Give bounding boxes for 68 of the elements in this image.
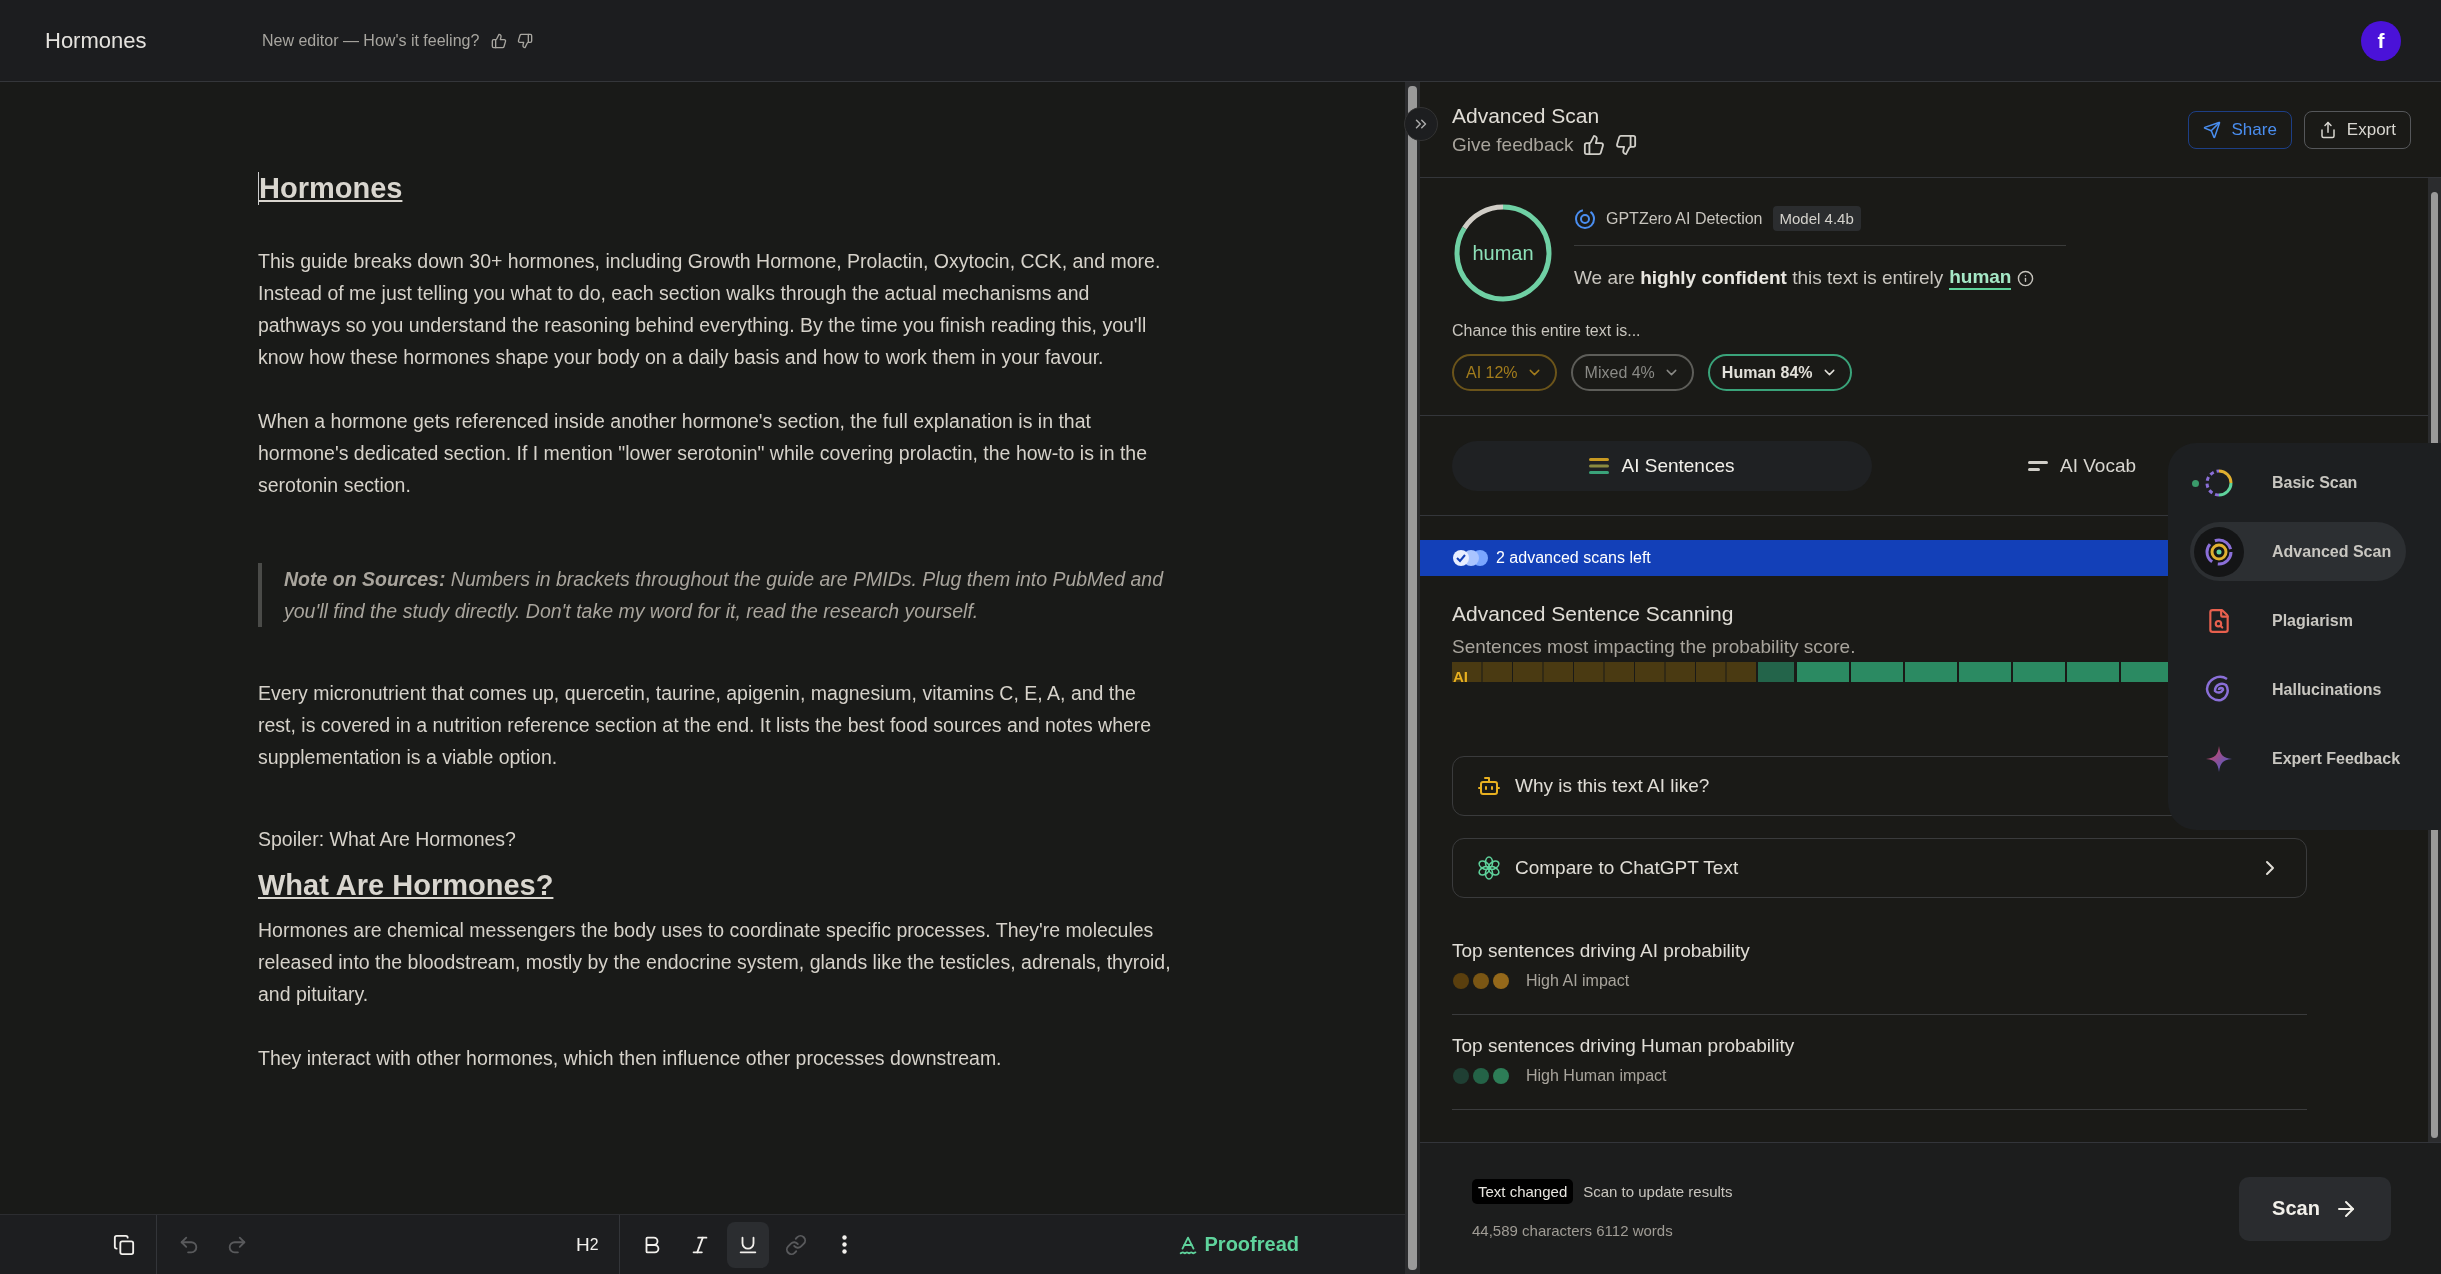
paragraph: When a hormone gets referenced inside another hormone's section, the full explanation is in that hormone's dedicated section. If I mention "lower serotonin" while covering prolactin, the how-to is in the serotonin section.: [258, 409, 1149, 498]
user-avatar[interactable]: f: [2361, 20, 2401, 61]
tab[interactable]: AI Sentences: [1452, 440, 1872, 491]
probability-chip[interactable]: AI 12%: [1452, 354, 1557, 391]
detector-name: GPTZero AI Detection: [1606, 209, 1763, 228]
proofread-button[interactable]: Proofread: [1170, 1232, 1305, 1257]
paragraph: Hormones are chemical messengers the body uses to coordinate specific processes. They're molecules released into the bloodstream, mostly by the endocrine system, glands like the testicles, adrenals, thyroid, and pituitary.: [258, 918, 1172, 1007]
probability-chip[interactable]: Human 84%: [1707, 354, 1852, 391]
detector-icon: [1574, 207, 1596, 230]
menu-item[interactable]: Plagiarism: [2190, 591, 2406, 650]
toggle-dots-icon: [1452, 549, 1490, 567]
word-count: 44,589 characters 6112 words: [1472, 1221, 1674, 1239]
info-icon[interactable]: [2017, 269, 2035, 287]
menu-item[interactable]: Basic Scan: [2190, 453, 2406, 512]
menu-item[interactable]: Advanced Scan: [2190, 522, 2406, 581]
probability-chip[interactable]: Mixed 4%: [1570, 354, 1694, 391]
bar-label: AI: [1453, 668, 1468, 685]
flower-icon: [1477, 856, 1501, 880]
feedback-prompt: New editor — How's it feeling?: [262, 31, 480, 50]
copy-icon: [113, 1233, 135, 1256]
paragraph: They interact with other hormones, which then influence other processes downstream.: [258, 1046, 1003, 1071]
list-icon: [1589, 456, 1610, 475]
thumbs-down-icon[interactable]: [1615, 133, 1638, 156]
panel-title: Advanced Scan: [1452, 103, 1601, 128]
impact-legend: High Human impact: [1526, 1067, 1667, 1085]
driver-title: Top sentences driving Human probability: [1452, 1035, 1796, 1057]
scan-button[interactable]: Scan: [2239, 1176, 2391, 1241]
section-heading: What Are Hormones?: [258, 869, 555, 902]
paragraph: Every micronutrient that comes up, quercetin, taurine, apigenin, magnesium, vitamins C, E, A, and the rest, is covered in a nutrition reference section at the end. It lists the best food sources and notes where supplementation is a viable option.: [258, 681, 1153, 770]
note-quote: Note on Sources: Numbers in brackets throughout the guide are PMIDs. Plug them into PubMed and you'll find the study directly. Don't take my word for it, read the research yourself.: [258, 563, 1173, 627]
model-badge: Model 4.4b: [1772, 206, 1861, 231]
impact-dots-icon: [1452, 972, 1510, 990]
feedback-label: Give feedback: [1452, 133, 1574, 156]
thumbs-up-icon[interactable]: [491, 32, 508, 49]
lines-icon: [2027, 459, 2048, 472]
section-title: Advanced Sentence Scanning: [1452, 602, 1734, 626]
verdict-link[interactable]: human: [1949, 266, 2012, 290]
update-hint: Scan to update results: [1583, 1182, 1733, 1200]
more-icon: [841, 1235, 847, 1254]
document-title: Hormones: [258, 172, 403, 205]
section-subtitle: Sentences most impacting the probability score.: [1452, 636, 1856, 658]
link-icon: [785, 1233, 808, 1256]
chance-label: Chance this entire text is...: [1452, 322, 1642, 340]
share-button[interactable]: Share: [2188, 110, 2292, 149]
robot-icon: [1477, 774, 1501, 798]
spoiler-label: Spoiler: What Are Hormones?: [258, 827, 517, 852]
thumbs-down-icon[interactable]: [517, 32, 534, 49]
gauge-label: human: [1472, 241, 1534, 265]
target-icon: [2204, 536, 2234, 567]
menu-item[interactable]: Hallucinations: [2190, 660, 2406, 719]
send-icon: [2203, 120, 2222, 139]
document-name: Hormones: [45, 27, 148, 54]
impact-legend: High AI impact: [1526, 972, 1630, 990]
scrollbar[interactable]: [1405, 82, 1420, 1274]
status-badge: Text changed: [1472, 1178, 1574, 1204]
collapse-button[interactable]: [1404, 107, 1438, 141]
impact-dots-icon: [1452, 1067, 1510, 1085]
export-button[interactable]: Export: [2303, 110, 2411, 149]
upload-icon: [2318, 120, 2337, 139]
paragraph: This guide breaks down 30+ hormones, including Growth Hormone, Prolactin, Oxytocin, CCK, and more. Instead of me just telling you what to do, each section walks through the actual mechanisms and pathways so you understand the reasoning behind everything. By the time you finish reading this, you'll know how these hormones shape your body on a daily basis and how to work them in your favour.: [258, 249, 1162, 370]
thumbs-up-icon[interactable]: [1583, 133, 1606, 156]
ring-icon: [2204, 467, 2234, 498]
verdict-text: We are highly confident this text is entirely: [1574, 267, 1944, 289]
compare-button[interactable]: Compare to ChatGPT Text: [1452, 838, 2307, 898]
banner-text: 2 advanced scans left: [1496, 549, 1651, 567]
underline-button[interactable]: [727, 1221, 770, 1268]
document-search-icon: [2206, 607, 2232, 634]
driver-title: Top sentences driving AI probability: [1452, 940, 1751, 962]
